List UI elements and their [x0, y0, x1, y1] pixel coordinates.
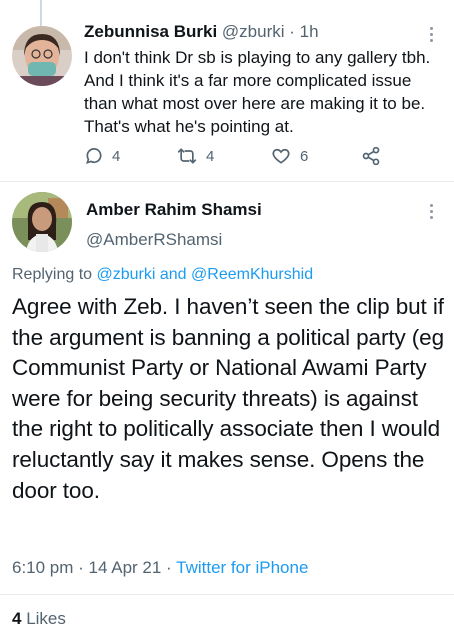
- reply-tweet-header: Zebunnisa Burki @zburki · 1h: [84, 22, 319, 42]
- replying-user-link[interactable]: @ReemKhurshid: [191, 266, 313, 283]
- reply-icon: [86, 148, 102, 165]
- reply-tweet-actions: 4 4 6: [84, 146, 394, 170]
- main-author-name[interactable]: Amber Rahim Shamsi: [86, 200, 262, 220]
- reply-tweet-text: I don't think Dr sb is playing to any ga…: [84, 48, 431, 136]
- header-separator: ·: [289, 22, 295, 41]
- replying-user-link[interactable]: @zburki: [97, 266, 156, 283]
- reply-count: 4: [112, 147, 121, 165]
- reply-button[interactable]: 4: [84, 146, 120, 166]
- retweet-count: 4: [206, 147, 215, 165]
- avatar-zebunnisa[interactable]: [12, 26, 72, 86]
- more-options-icon[interactable]: [430, 27, 434, 45]
- tweet-timestamp[interactable]: 6:10 pm · 14 Apr 21 ·: [12, 558, 172, 577]
- meta-divider: [0, 594, 454, 595]
- retweet-icon: [177, 148, 197, 164]
- like-icon: [272, 148, 290, 164]
- like-button[interactable]: 6: [270, 146, 308, 166]
- like-count: 6: [300, 147, 309, 165]
- replying-to-line: Replying to @zburki and @ReemKhurshid: [12, 266, 313, 284]
- avatar-amber[interactable]: [12, 192, 72, 252]
- likes-count: 4: [12, 609, 22, 628]
- tweet-meta: 6:10 pm · 14 Apr 21 · Twitter for iPhone: [12, 558, 308, 578]
- main-tweet-text: Agree with Zeb. I haven’t seen the clip …: [12, 294, 445, 503]
- tweet-source-link[interactable]: Twitter for iPhone: [176, 558, 308, 577]
- share-button[interactable]: [360, 146, 382, 166]
- main-author-handle[interactable]: @AmberRShamsi: [86, 230, 222, 250]
- likes-label: Likes: [26, 609, 66, 628]
- tweet-divider: [0, 181, 454, 182]
- reply-time: 1h: [299, 22, 319, 41]
- share-icon: [362, 146, 380, 166]
- reply-author-handle[interactable]: @zburki: [222, 22, 285, 41]
- thread-connector-line: [40, 0, 42, 28]
- more-options-icon[interactable]: [430, 204, 434, 222]
- retweet-button[interactable]: 4: [176, 146, 214, 166]
- replying-and[interactable]: and: [160, 266, 187, 283]
- replying-prefix: Replying to: [12, 266, 93, 283]
- likes-summary[interactable]: 4 Likes: [12, 609, 66, 629]
- reply-author-name[interactable]: Zebunnisa Burki: [84, 22, 217, 41]
